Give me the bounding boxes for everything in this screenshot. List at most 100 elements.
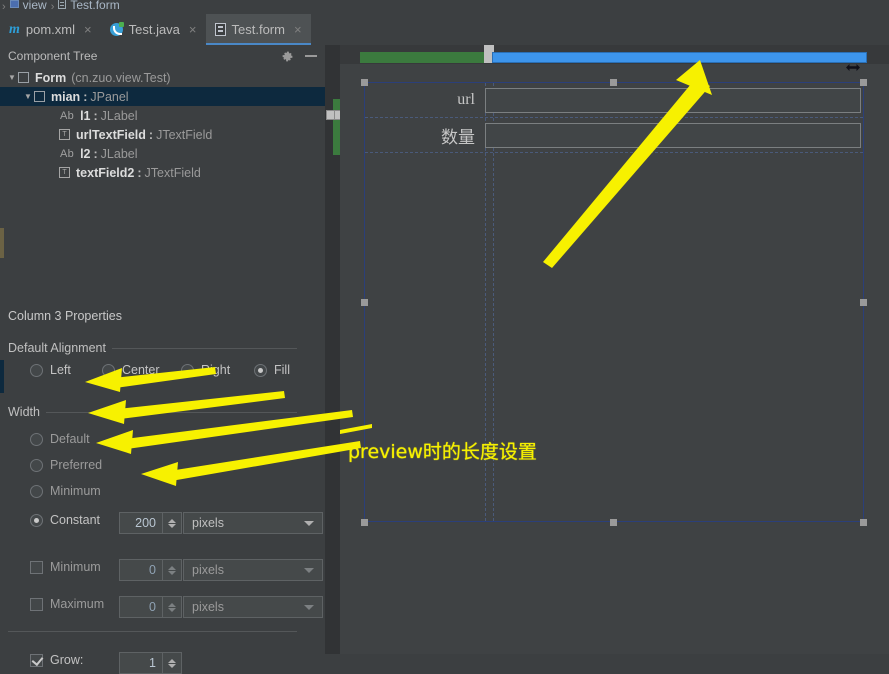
minimize-icon[interactable] <box>305 55 317 57</box>
java-class-icon <box>109 22 124 36</box>
spinner-up-icon[interactable] <box>168 518 176 523</box>
checkbox-label: Grow: <box>50 653 84 667</box>
form-row-url[interactable]: url <box>365 83 863 118</box>
form-label-url[interactable]: url <box>365 91 485 109</box>
spinner-down-icon[interactable] <box>168 663 176 668</box>
radio-dot <box>181 363 194 377</box>
tree-row-package: (cn.zuo.view.Test) <box>71 70 171 85</box>
tree-row-type: JPanel <box>90 89 129 104</box>
radio-align-fill[interactable]: Fill <box>254 363 290 377</box>
group-divider <box>8 412 297 413</box>
radio-width-constant[interactable]: Constant <box>30 513 100 527</box>
tree-row-form[interactable]: ▼ Form (cn.zuo.view.Test) <box>0 68 325 87</box>
selection-handle-bottom-center[interactable] <box>610 519 617 526</box>
horizontal-ruler[interactable] <box>340 45 889 71</box>
selection-handle-top-center[interactable] <box>610 79 617 86</box>
form-textfield-quantity[interactable] <box>485 122 861 148</box>
form-label-quantity[interactable]: 数量 <box>365 123 485 148</box>
tree-row-textfield2[interactable]: T textField2 : JTextField <box>0 163 325 182</box>
label-glyph: Ab <box>60 109 75 122</box>
radio-align-center[interactable]: Center <box>102 363 181 377</box>
checkbox-minimum[interactable]: Minimum <box>30 560 101 574</box>
tab-label: Test.form <box>231 22 285 37</box>
left-tool-panel: Component Tree ▼ Form (cn.zuo.view.Test)… <box>0 45 325 674</box>
tree-row-name: textField2 <box>76 165 135 180</box>
width-units-value: pixels <box>192 516 224 530</box>
chevron-down-icon <box>304 604 314 610</box>
selection-handle-bottom-left[interactable] <box>361 519 368 526</box>
radio-width-preferred[interactable]: Preferred <box>30 458 102 472</box>
radio-dot <box>30 513 43 527</box>
grow-value[interactable]: 1 <box>120 653 162 673</box>
breadcrumb-file[interactable]: Test.form <box>70 0 119 11</box>
checkbox-maximum[interactable]: Maximum <box>30 597 104 611</box>
radio-align-left[interactable]: Left <box>30 363 102 377</box>
spinner-buttons[interactable] <box>162 653 181 673</box>
selection-handle-middle-left[interactable] <box>361 299 368 306</box>
spinner-up-icon[interactable] <box>168 565 176 570</box>
tree-row-l2[interactable]: Ab l2 : JLabel <box>0 144 325 163</box>
maximum-value[interactable]: 0 <box>120 597 162 617</box>
tree-row-name: mian <box>51 89 81 104</box>
column-3-width-indicator[interactable] <box>492 52 867 71</box>
selection-handle-bottom-right[interactable] <box>860 519 867 526</box>
selection-handle-top-right[interactable] <box>860 79 867 86</box>
radio-dot <box>30 484 43 498</box>
tree-row-name: l1 <box>80 108 91 123</box>
radio-label: Left <box>50 363 71 377</box>
radio-label: Minimum <box>50 484 101 498</box>
width-constant-value[interactable]: 200 <box>120 513 162 533</box>
chevron-down-icon[interactable]: ▼ <box>6 73 18 82</box>
chevron-down-icon <box>304 567 314 573</box>
tree-row-name: l2 <box>80 146 91 161</box>
spinner-buttons[interactable] <box>162 513 181 533</box>
tab-pom-xml[interactable]: m pom.xml × <box>0 14 101 45</box>
form-design-canvas[interactable]: url 数量 <box>340 45 889 654</box>
radio-width-default[interactable]: Default <box>30 432 90 446</box>
horizontal-resize-cursor-icon <box>846 61 860 71</box>
radio-dot <box>102 363 115 377</box>
width-units-combo[interactable]: pixels <box>183 512 323 534</box>
tab-test-form[interactable]: Test.form × <box>205 14 311 45</box>
close-icon[interactable]: × <box>84 22 92 37</box>
radio-dot <box>254 363 267 377</box>
spinner-down-icon[interactable] <box>168 607 176 612</box>
spinner-up-icon[interactable] <box>168 658 176 663</box>
minimum-value[interactable]: 0 <box>120 560 162 580</box>
tab-test-java[interactable]: Test.java × <box>101 14 206 45</box>
spinner-buttons[interactable] <box>162 560 181 580</box>
radio-label: Center <box>122 363 160 377</box>
close-icon[interactable]: × <box>294 22 302 37</box>
spinner-buttons[interactable] <box>162 597 181 617</box>
tree-row-urltextfield[interactable]: T urlTextField : JTextField <box>0 125 325 144</box>
checkbox-label: Minimum <box>50 560 101 574</box>
selection-handle-middle-right[interactable] <box>860 299 867 306</box>
gear-icon[interactable] <box>281 50 294 63</box>
maximum-spinner[interactable]: 0 <box>119 596 182 618</box>
label-glyph: Ab <box>60 147 75 160</box>
checkbox-glyph <box>34 91 45 102</box>
selection-handle-top-left[interactable] <box>361 79 368 86</box>
form-textfield-url[interactable] <box>485 87 861 113</box>
width-constant-spinner[interactable]: 200 <box>119 512 182 534</box>
spinner-down-icon[interactable] <box>168 523 176 528</box>
column-1-width-indicator[interactable] <box>360 52 486 63</box>
form-row-quantity[interactable]: 数量 <box>365 118 863 153</box>
tree-row-l1[interactable]: Ab l1 : JLabel <box>0 106 325 125</box>
minimum-units-combo[interactable]: pixels <box>183 559 323 581</box>
maximum-units-combo[interactable]: pixels <box>183 596 323 618</box>
tree-row-mian[interactable]: ▼ mian : JPanel <box>0 87 325 106</box>
breadcrumb-package[interactable]: view <box>23 0 47 11</box>
spinner-up-icon[interactable] <box>168 602 176 607</box>
minimum-spinner[interactable]: 0 <box>119 559 182 581</box>
close-icon[interactable]: × <box>189 22 197 37</box>
package-icon <box>9 0 19 8</box>
textfield-glyph: T <box>59 167 70 178</box>
component-tree-header: Component Tree <box>0 45 325 67</box>
grow-spinner[interactable]: 1 <box>119 652 182 674</box>
checkbox-grow[interactable]: Grow: <box>30 653 83 667</box>
chevron-down-icon[interactable]: ▼ <box>22 92 34 101</box>
radio-align-right[interactable]: Right <box>181 363 254 377</box>
spinner-down-icon[interactable] <box>168 570 176 575</box>
radio-width-minimum[interactable]: Minimum <box>30 484 101 498</box>
